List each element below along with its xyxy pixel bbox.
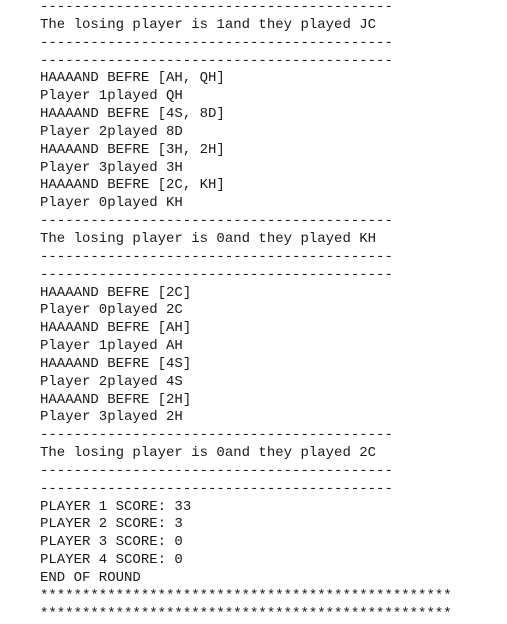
player-played-line: Player 0played 2C	[40, 302, 183, 319]
player-score-line: PLAYER 3 SCORE: 0	[40, 534, 183, 551]
losing-player-line: The losing player is 0and they played KH	[40, 230, 377, 247]
player-score-line: PLAYER 1 SCORE: 33	[40, 498, 192, 515]
losing-player-line: The losing player is 1and they played JC	[40, 16, 377, 33]
separator-line: ----------------------------------------…	[40, 213, 393, 230]
player-score-line: PLAYER 2 SCORE: 3	[40, 516, 183, 533]
star-separator-line: ****************************************…	[40, 587, 452, 604]
separator-line: ----------------------------------------…	[40, 248, 393, 265]
hand-before-line: HAAAAND BEFRE [AH]	[40, 320, 192, 337]
player-played-line: Player 2played 8D	[40, 123, 183, 140]
end-of-round-line: END OF ROUND	[40, 570, 141, 586]
player-played-line: Player 2played 4S	[40, 373, 183, 390]
separator-line: ----------------------------------------…	[40, 266, 393, 283]
hand-before-line: HAAAAND BEFRE [4S, 8D]	[40, 106, 225, 123]
separator-line: ----------------------------------------…	[40, 462, 393, 479]
hand-before-line: HAAAAND BEFRE [2H]	[40, 391, 192, 408]
player-played-line: Player 0played KH	[40, 195, 183, 212]
separator-line: ----------------------------------------…	[40, 0, 393, 15]
separator-line: ----------------------------------------…	[40, 480, 393, 497]
hand-before-line: HAAAAND BEFRE [2C]	[40, 284, 192, 301]
player-played-line: Player 3played 3H	[40, 159, 183, 176]
hand-before-line: HAAAAND BEFRE [2C, KH]	[40, 177, 225, 194]
separator-line: ----------------------------------------…	[40, 34, 393, 51]
star-separator-line: ****************************************…	[40, 605, 452, 622]
hand-before-line: HAAAAND BEFRE [3H, 2H]	[40, 141, 225, 158]
losing-player-line: The losing player is 0and they played 2C	[40, 445, 377, 462]
player-score-line: PLAYER 4 SCORE: 0	[40, 552, 183, 569]
hand-before-line: HAAAAND BEFRE [AH, QH]	[40, 70, 225, 87]
console-output[interactable]: ----------------------------------------…	[40, 0, 507, 624]
player-played-line: Player 1played QH	[40, 88, 183, 105]
hand-before-line: HAAAAND BEFRE [4S]	[40, 355, 192, 372]
player-played-line: Player 1played AH	[40, 338, 183, 355]
separator-line: ----------------------------------------…	[40, 427, 393, 444]
separator-line: ----------------------------------------…	[40, 52, 393, 69]
player-played-line: Player 3played 2H	[40, 409, 183, 426]
